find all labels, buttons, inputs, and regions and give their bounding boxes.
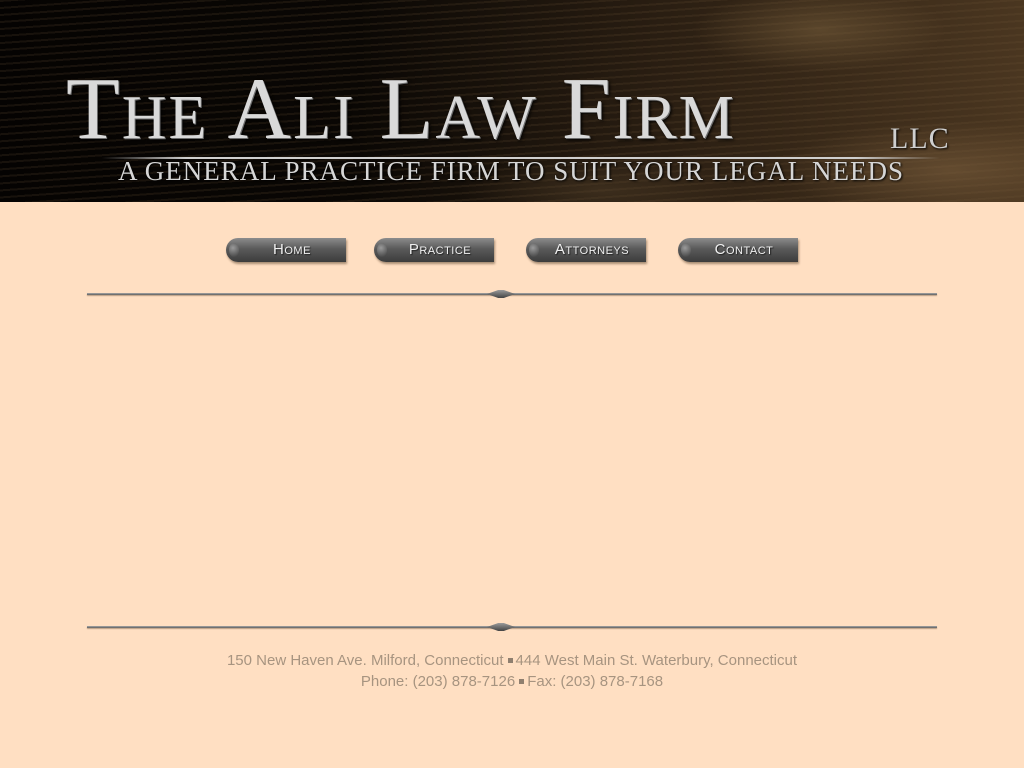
footer: 150 New Haven Ave. Milford, Connecticut 4… [0,650,1024,692]
bullet-separator-icon [507,658,513,664]
nav-practice-label: Practice [408,241,472,258]
nav-home-button[interactable]: Home [226,238,346,262]
divider-ornament-icon [487,290,515,298]
footer-contact: Phone: (203) 878-7126 Fax: (203) 878-7168 [0,671,1024,692]
nav-contact-label: Contact [714,241,774,258]
main-nav: Home Practice Attorneys Contact [0,238,1024,264]
header-banner: The Ali Law Firm LLC A GENERAL PRACTICE … [0,0,1024,202]
site-title-suffix: LLC [890,122,950,155]
nav-contact-button[interactable]: Contact [678,238,798,262]
divider-ornament-icon [487,623,515,631]
button-knob-icon [681,243,691,257]
button-knob-icon [377,243,387,257]
bullet-separator-icon [519,679,525,685]
nav-attorneys-button[interactable]: Attorneys [526,238,646,262]
phone-number: Phone: (203) 878-7126 [360,673,516,690]
button-knob-icon [229,243,239,257]
fax-number: Fax: (203) 878-7168 [527,673,664,690]
top-divider [87,289,937,299]
site-title: The Ali Law Firm [66,61,736,158]
nav-home-label: Home [273,241,311,258]
footer-addresses: 150 New Haven Ave. Milford, Connecticut 4… [0,650,1024,671]
site-tagline: A GENERAL PRACTICE FIRM TO SUIT YOUR LEG… [118,156,905,186]
button-knob-icon [529,243,539,257]
nav-attorneys-label: Attorneys [554,241,630,258]
nav-practice-button[interactable]: Practice [374,238,494,262]
address-waterbury: 444 West Main St. Waterbury, Connecticut [515,652,798,669]
address-milford: 150 New Haven Ave. Milford, Connecticut [226,652,504,669]
bottom-divider [87,622,937,632]
